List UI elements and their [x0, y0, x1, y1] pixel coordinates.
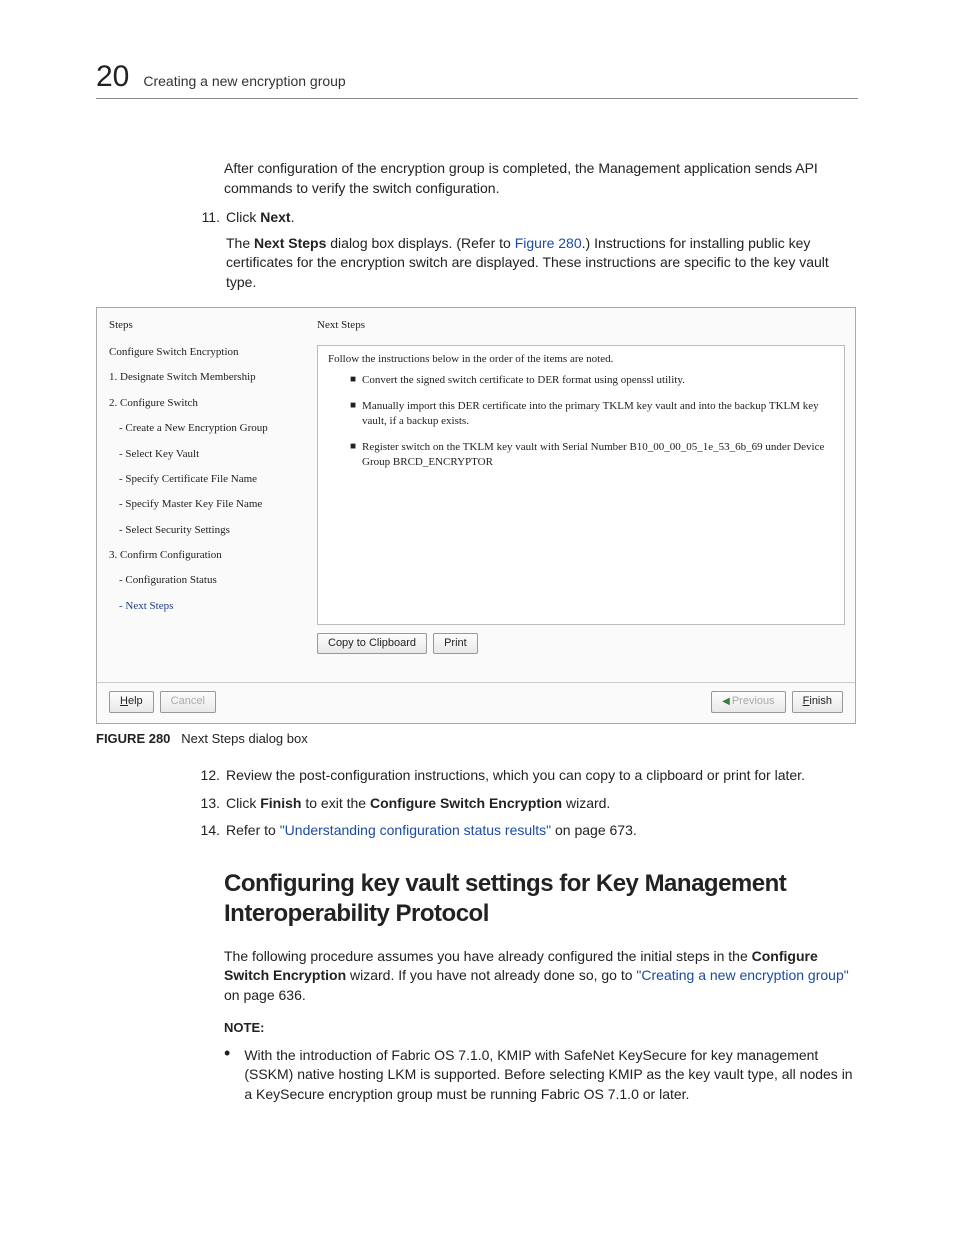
instruction-item: ■Register switch on the TKLM key vault w… — [350, 440, 834, 471]
section-heading: Configuring key vault settings for Key M… — [224, 869, 858, 929]
step-body: Refer to "Understanding configuration st… — [226, 821, 858, 841]
text: Click — [226, 209, 260, 225]
bullet-icon: ■ — [350, 440, 356, 471]
step-subitem: - Specify Certificate File Name — [109, 472, 305, 487]
text: The — [226, 235, 254, 251]
arrow-left-icon: ◀ — [722, 696, 730, 707]
t: elp — [128, 695, 143, 707]
step-item: Configure Switch Encryption — [109, 345, 305, 360]
step-subitem: - Create a New Encryption Group — [109, 421, 305, 436]
bold: Finish — [260, 795, 301, 811]
t: Previous — [732, 695, 775, 707]
note-label: NOTE: — [224, 1019, 858, 1037]
instruction-item: ■ Convert the signed switch certificate t… — [350, 373, 834, 388]
step-body: Click Finish to exit the Configure Switc… — [226, 794, 858, 814]
step-14: 14. Refer to "Understanding configuratio… — [196, 821, 858, 841]
main-content: After configuration of the encryption gr… — [224, 159, 858, 1104]
dialog-screenshot: Steps Configure Switch Encryption 1. Des… — [96, 307, 856, 724]
text: . — [291, 209, 295, 225]
print-button[interactable]: Print — [433, 633, 478, 654]
figure-label: FIGURE 280 — [96, 731, 170, 746]
bullet-icon: ■ — [350, 399, 356, 430]
text: dialog box displays. (Refer to — [326, 235, 514, 251]
section-para: The following procedure assumes you have… — [224, 947, 858, 1006]
step-subitem: - Select Key Vault — [109, 447, 305, 462]
page-header: 20 Creating a new encryption group — [96, 60, 858, 99]
cross-ref-link[interactable]: "Understanding configuration status resu… — [280, 822, 551, 838]
next-steps-label: Next Steps — [317, 318, 845, 333]
step-11: 11. Click Next. The Next Steps dialog bo… — [196, 208, 858, 292]
steps-panel: Steps Configure Switch Encryption 1. Des… — [97, 318, 317, 655]
step-body: Review the post-configuration instructio… — [226, 766, 858, 786]
step-number: 14. — [196, 821, 220, 841]
step-item: 1. Designate Switch Membership — [109, 370, 305, 385]
step-13: 13. Click Finish to exit the Configure S… — [196, 794, 858, 814]
chapter-number: 20 — [96, 60, 129, 94]
previous-button: ◀Previous — [711, 691, 786, 712]
figure-text: Next Steps dialog box — [181, 731, 307, 746]
step-body: Click Next. The Next Steps dialog box di… — [226, 208, 858, 292]
instructions-box: Follow the instructions below in the ord… — [317, 345, 845, 625]
instruction-item: ■Manually import this DER certificate in… — [350, 399, 834, 430]
step-number: 11. — [196, 208, 220, 292]
text: The following procedure assumes you have… — [224, 948, 752, 964]
step-subitem: - Specify Master Key File Name — [109, 497, 305, 512]
ordered-steps-2: 12. Review the post-configuration instru… — [196, 766, 858, 841]
step-number: 13. — [196, 794, 220, 814]
step-subitem-current: - Next Steps — [109, 599, 305, 614]
note-bullet: • With the introduction of Fabric OS 7.1… — [224, 1046, 858, 1105]
step-subitem: - Select Security Settings — [109, 523, 305, 538]
dialog-footer: Help Cancel ◀Previous Finish — [97, 682, 855, 712]
instructions-header: Follow the instructions below in the ord… — [328, 352, 834, 367]
text: Click — [226, 795, 260, 811]
figure-link[interactable]: Figure 280 — [515, 235, 582, 251]
text: on page 636. — [224, 987, 306, 1003]
bullet-icon: • — [224, 1046, 230, 1105]
note-text: With the introduction of Fabric OS 7.1.0… — [244, 1046, 858, 1105]
step-sub: The Next Steps dialog box displays. (Ref… — [226, 234, 858, 293]
text: Register switch on the TKLM key vault wi… — [362, 440, 834, 471]
figure-caption: FIGURE 280 Next Steps dialog box — [96, 730, 858, 748]
step-item: 3. Confirm Configuration — [109, 548, 305, 563]
steps-label: Steps — [109, 318, 305, 333]
intro-paragraph: After configuration of the encryption gr… — [224, 159, 858, 198]
instructions-panel: Next Steps Follow the instructions below… — [317, 318, 855, 655]
chapter-title: Creating a new encryption group — [143, 73, 345, 89]
finish-button[interactable]: Finish — [792, 691, 843, 712]
bold: Configure Switch Encryption — [370, 795, 562, 811]
text: on page 673. — [551, 822, 637, 838]
help-button[interactable]: Help — [109, 691, 154, 712]
t: inish — [809, 695, 832, 707]
copy-clipboard-button[interactable]: Copy to Clipboard — [317, 633, 427, 654]
text: to exit the — [301, 795, 369, 811]
bold: Next Steps — [254, 235, 326, 251]
step-number: 12. — [196, 766, 220, 786]
cancel-button[interactable]: Cancel — [160, 691, 216, 712]
next-label: Next — [260, 209, 290, 225]
cross-ref-link[interactable]: "Creating a new encryption group" — [636, 967, 848, 983]
text: wizard. — [562, 795, 610, 811]
text: Convert the signed switch certificate to… — [362, 373, 685, 388]
bullet-icon: ■ — [350, 373, 356, 388]
text: Refer to — [226, 822, 280, 838]
step-item: 2. Configure Switch — [109, 396, 305, 411]
step-12: 12. Review the post-configuration instru… — [196, 766, 858, 786]
ordered-steps: 11. Click Next. The Next Steps dialog bo… — [196, 208, 858, 292]
text: Manually import this DER certificate int… — [362, 399, 834, 430]
step-subitem: - Configuration Status — [109, 573, 305, 588]
text: wizard. If you have not already done so,… — [346, 967, 636, 983]
